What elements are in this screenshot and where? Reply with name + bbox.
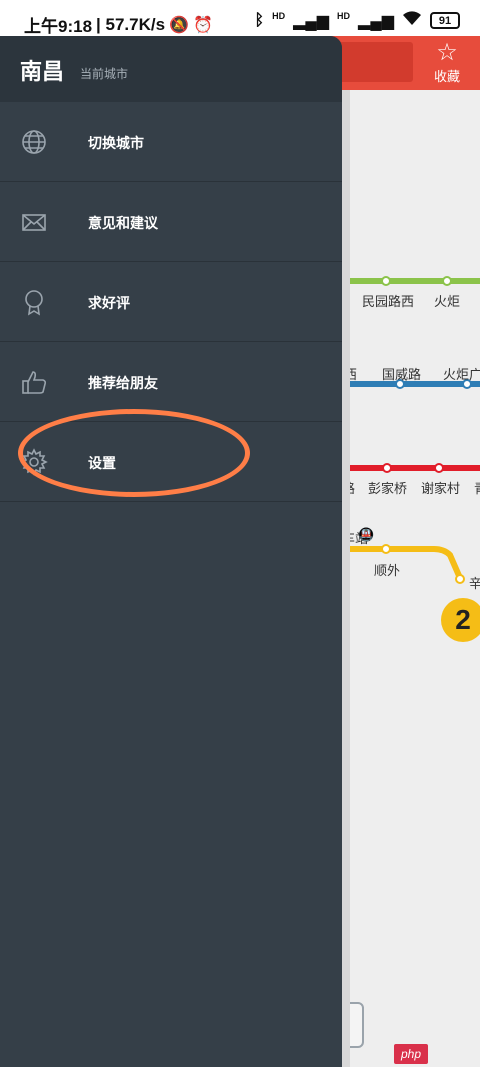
metro-line-red (342, 465, 480, 471)
station-label: 国威路 (382, 367, 422, 382)
wifi-icon (402, 10, 422, 31)
station-marker[interactable] (381, 276, 391, 286)
menu-item-label: 求好评 (88, 295, 130, 311)
star-icon: ☆ (436, 39, 458, 66)
station-label: 火炬广 (443, 367, 480, 382)
station-label: 顺外 (374, 563, 401, 578)
favorite-label: 收藏 (433, 69, 460, 84)
station-marker[interactable] (442, 276, 452, 286)
station-label: 谢家村 (421, 481, 461, 496)
station-label: 火炬 (434, 294, 461, 309)
station-label: 青 (474, 478, 480, 497)
menu-item-label: 意见和建议 (88, 215, 158, 231)
highlight-annotation (18, 409, 250, 497)
favorite-button[interactable]: ☆ 收藏 (420, 40, 474, 88)
drawer-shadow (342, 90, 350, 1067)
network-speed: | 57.7K/s (96, 14, 166, 34)
thumbs-up-icon (20, 368, 48, 396)
alarm-icon: ⏰ (192, 16, 213, 34)
line-number-badge[interactable]: 2 (441, 598, 480, 642)
station-marker[interactable] (382, 463, 392, 473)
station-marker[interactable] (455, 574, 465, 584)
clock: 上午9:18 (24, 17, 93, 36)
status-right: ᛒ HD ▂▄▆ HD ▂▄▆ 91 (254, 10, 460, 31)
station-label: 民园路西 (362, 294, 415, 309)
station-marker[interactable] (434, 463, 444, 473)
station-label: 辛 (469, 576, 480, 591)
navigation-drawer: 南昌 当前城市 切换城市 意见和建议 求好评 推荐给朋友 设置 (0, 36, 342, 1067)
drawer-header: 南昌 当前城市 (0, 36, 342, 102)
battery-indicator: 91 (430, 12, 460, 29)
signal-icon: ▂▄▆ (358, 12, 394, 30)
hd-label: HD (337, 11, 351, 21)
bluetooth-icon: ᛒ (254, 11, 265, 29)
train-icon: 🚇 (358, 527, 375, 542)
globe-icon (20, 128, 48, 156)
menu-item-label: 切换城市 (88, 135, 144, 151)
award-icon (20, 288, 48, 316)
signal-icon: ▂▄▆ (293, 12, 330, 30)
status-left: 上午9:18 | 57.7K/s 🔕 ⏰ (24, 12, 213, 37)
current-city-name: 南昌 (20, 59, 65, 84)
hd-label: HD (272, 11, 286, 21)
menu-item-rate-app[interactable]: 求好评 (0, 262, 342, 342)
envelope-icon (20, 208, 48, 236)
station-label: 彭家桥 (368, 481, 408, 496)
menu-item-feedback[interactable]: 意见和建议 (0, 182, 342, 262)
mute-icon: 🔕 (169, 16, 189, 34)
menu-item-share[interactable]: 推荐给朋友 (0, 342, 342, 422)
metro-line-green (342, 278, 480, 284)
current-city-caption: 当前城市 (80, 67, 129, 81)
watermark: php (394, 1044, 428, 1064)
menu-item-switch-city[interactable]: 切换城市 (0, 102, 342, 182)
menu-item-label: 推荐给朋友 (88, 375, 158, 391)
station-marker[interactable] (381, 544, 391, 554)
